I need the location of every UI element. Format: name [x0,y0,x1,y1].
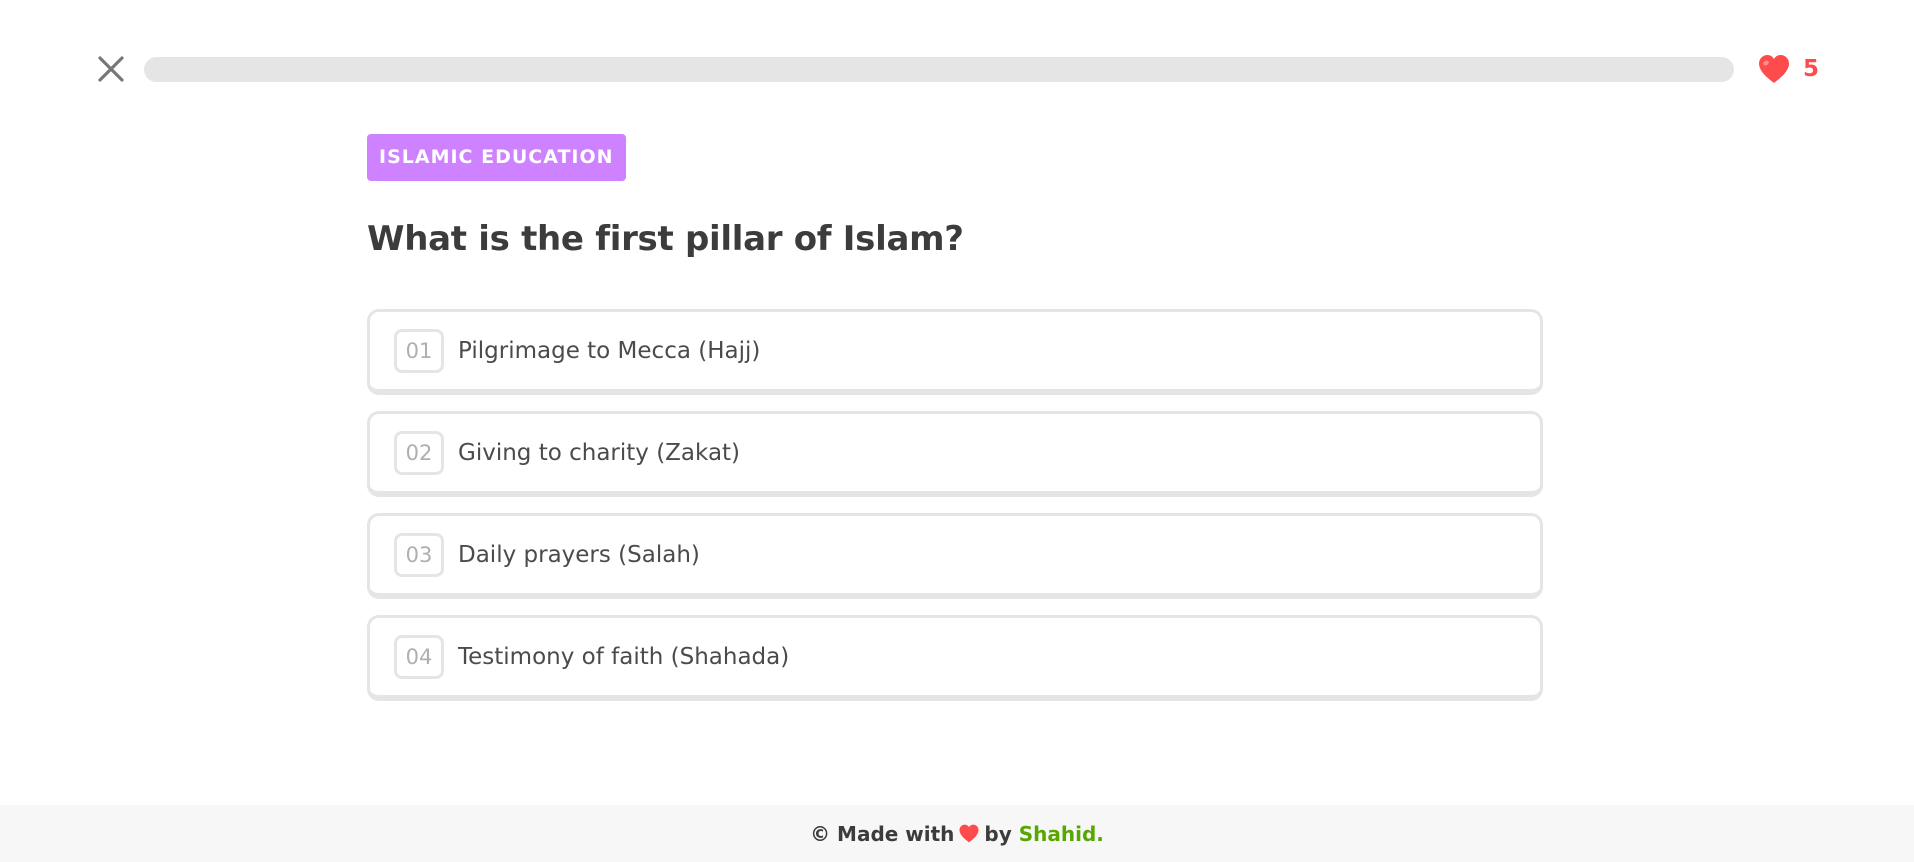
answer-option-2[interactable]: 02 Giving to charity (Zakat) [367,411,1543,497]
heart-icon [958,824,980,843]
answer-option-3[interactable]: 03 Daily prayers (Salah) [367,513,1543,599]
footer-by: by [984,821,1012,846]
question-area: ISLAMIC EDUCATION What is the first pill… [367,134,1543,717]
top-bar: 5 [0,0,1914,140]
option-number: 01 [394,328,444,373]
progress-bar [144,57,1734,82]
hearts-count: 5 [1803,56,1820,82]
answer-option-1[interactable]: 01 Pilgrimage to Mecca (Hajj) [367,309,1543,395]
option-label: Giving to charity (Zakat) [458,439,741,466]
option-number: 04 [394,634,444,679]
question-title: What is the first pillar of Islam? [367,219,964,259]
category-badge: ISLAMIC EDUCATION [367,134,626,181]
option-number: 03 [394,532,444,577]
answer-options: 01 Pilgrimage to Mecca (Hajj) 02 Giving … [367,309,1543,701]
footer-prefix: © Made with [810,821,955,846]
footer-author-link[interactable]: Shahid. [1019,822,1104,846]
option-label: Pilgrimage to Mecca (Hajj) [458,337,761,364]
close-button[interactable] [96,54,126,84]
answer-option-4[interactable]: 04 Testimony of faith (Shahada) [367,615,1543,701]
footer: © Made with by Shahid. [0,805,1914,862]
hearts-counter: 5 [1757,52,1819,86]
close-icon [98,56,124,82]
option-label: Daily prayers (Salah) [458,541,700,568]
heart-icon [1759,55,1789,83]
option-number: 02 [394,430,444,475]
option-label: Testimony of faith (Shahada) [458,643,790,670]
